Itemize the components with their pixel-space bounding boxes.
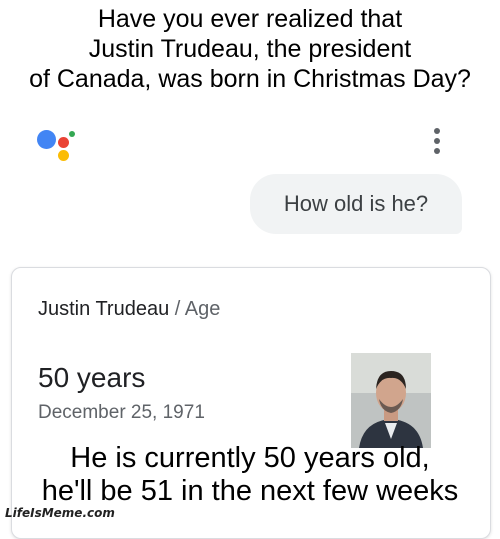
- google-assistant-icon: [37, 126, 77, 162]
- assistant-dot-blue: [37, 130, 56, 149]
- assistant-dot-yellow: [58, 150, 69, 161]
- assistant-dot-green: [69, 131, 75, 137]
- top-caption-line-1: Have you ever realized that: [97, 5, 403, 33]
- top-caption-line-3: of Canada, was born in Christmas Day?: [29, 65, 471, 93]
- query-text: How old is he?: [283, 191, 429, 216]
- title-separator: /: [174, 298, 181, 320]
- bottom-caption-line-2: he'll be 51 in the next few weeks: [41, 475, 459, 507]
- card-title: Justin Trudeau / Age: [38, 298, 220, 321]
- bottom-caption-line-1: He is currently 50 years old,: [70, 442, 430, 474]
- age-value: 50 years: [38, 362, 146, 393]
- top-caption-line-2: Justin Trudeau, the president: [88, 35, 412, 63]
- birth-date: December 25, 1971: [38, 402, 205, 423]
- top-caption: Have you ever realized that Justin Trude…: [0, 4, 500, 94]
- watermark: LifeIsMeme.com: [5, 506, 115, 520]
- attribute-name: Age: [184, 298, 221, 320]
- user-query-bubble: How old is he?: [250, 174, 462, 234]
- bottom-caption: He is currently 50 years old, he'll be 5…: [0, 442, 500, 508]
- portrait-photo-graphic: [351, 353, 431, 448]
- more-vert-icon[interactable]: [431, 128, 443, 156]
- portrait-photo: [351, 353, 431, 448]
- entity-name: Justin Trudeau: [38, 298, 170, 320]
- assistant-dot-red: [58, 137, 69, 148]
